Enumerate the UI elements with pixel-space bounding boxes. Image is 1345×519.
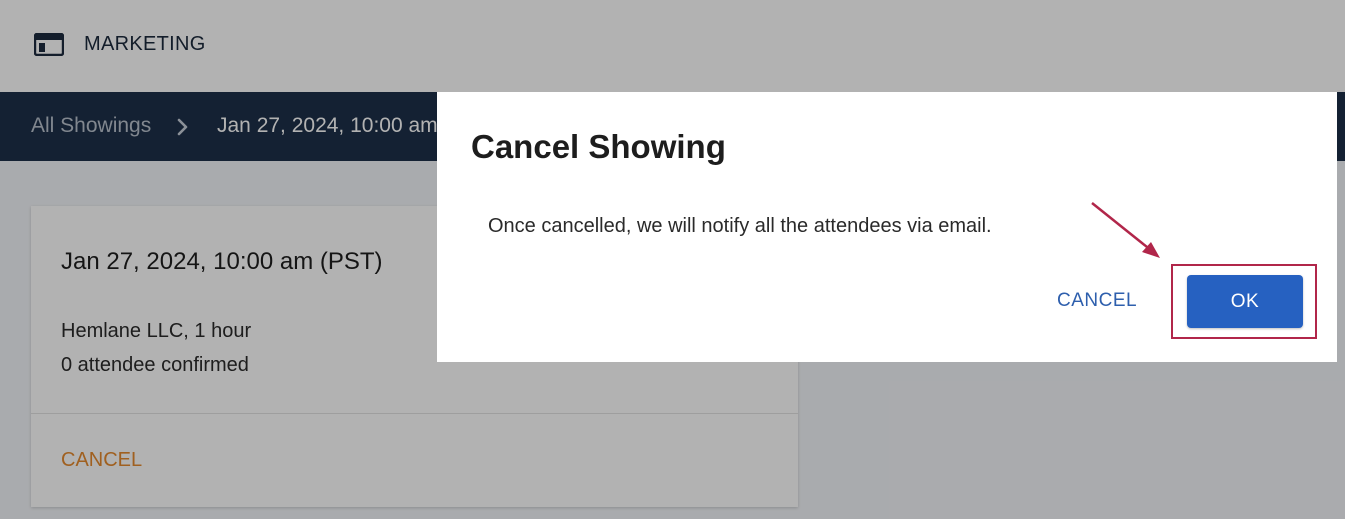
dialog-ok-button[interactable]: OK [1187,275,1303,328]
dialog-message: Once cancelled, we will notify all the a… [488,215,992,237]
dialog-title: Cancel Showing [471,128,726,165]
dialog-cancel-button[interactable]: CANCEL [1057,290,1137,312]
cancel-showing-dialog: Cancel Showing Once cancelled, we will n… [437,92,1337,362]
